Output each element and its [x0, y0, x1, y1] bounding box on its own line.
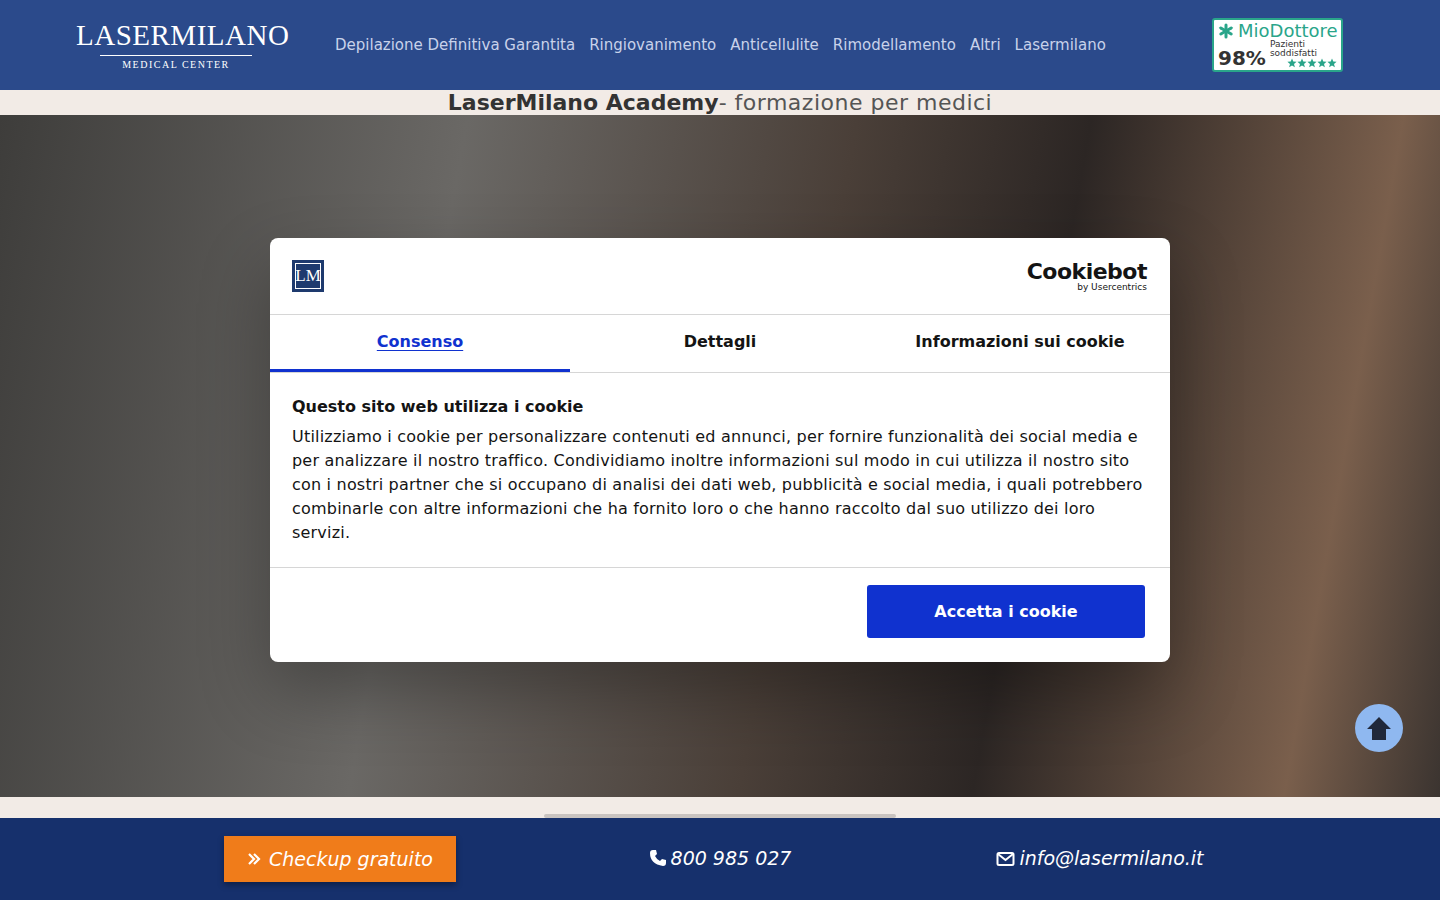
cookiebot-logo: Cookiebotby Usercentrics — [1027, 261, 1147, 292]
nav-link[interactable]: Ringiovanimento — [589, 34, 716, 57]
arrow-up-icon — [1364, 713, 1394, 743]
site-logo[interactable]: LASERMILANO MEDICAL CENTER — [76, 21, 276, 70]
cookie-dialog: LM Cookiebotby Usercentrics ConsensoDettag… — [270, 238, 1170, 662]
dialog-body: Questo sito web utilizza i cookie Utilizz… — [270, 373, 1170, 568]
site-header: LASERMILANO MEDICAL CENTER Depilazione Def… — [0, 0, 1440, 90]
star-icon — [1287, 58, 1297, 68]
logo-rule — [100, 55, 252, 56]
badge-brand-row: MioDottore — [1218, 22, 1337, 40]
asterisk-icon — [1218, 23, 1234, 39]
cookiebot-sub: by Usercentrics — [1027, 283, 1147, 292]
academy-subtitle: - formazione per medici — [719, 90, 993, 115]
double-chevron-icon — [247, 852, 261, 866]
cookie-overlay: LM Cookiebotby Usercentrics ConsensoDettag… — [0, 0, 1440, 900]
dialog-tab[interactable]: Dettagli — [570, 315, 870, 372]
logo-subtitle: MEDICAL CENTER — [76, 60, 276, 70]
miodottore-badge[interactable]: MioDottore98%Pazienti soddisfatti — [1212, 18, 1343, 72]
phone-link[interactable]: 800 985 027 — [649, 844, 792, 873]
logo-title: LASERMILANO — [76, 21, 276, 50]
dialog-footer: Accetta i cookie — [270, 568, 1170, 662]
nav-link[interactable]: Altri — [970, 34, 1001, 57]
badge-caption-box: Pazienti soddisfatti — [1270, 40, 1337, 68]
section-shadow — [544, 814, 896, 818]
contact-col: Checkup gratuito — [150, 836, 530, 883]
contact-bar: Checkup gratuito 800 985 027 info@lasermil… — [0, 818, 1440, 900]
dialog-tab[interactable]: Consenso — [270, 315, 570, 372]
academy-strip: LaserMilano Academy- formazione per medi… — [0, 90, 1440, 115]
nav-link[interactable]: Lasermilano — [1015, 34, 1106, 57]
badge-score-row: 98%Pazienti soddisfatti — [1218, 40, 1337, 68]
phone-number: 800 985 027 — [671, 844, 792, 873]
envelope-icon — [996, 851, 1015, 867]
star-icon — [1327, 58, 1337, 68]
badge-percent: 98% — [1218, 48, 1266, 68]
back-to-top-button[interactable] — [1355, 704, 1403, 752]
nav-link[interactable]: Rimodellamento — [833, 34, 956, 57]
checkup-button[interactable]: Checkup gratuito — [224, 836, 456, 883]
email-address: info@lasermilano.it — [1019, 844, 1203, 873]
dialog-tab[interactable]: Informazioni sui cookie — [870, 315, 1170, 372]
star-icon — [1307, 58, 1317, 68]
dialog-title: Questo sito web utilizza i cookie — [292, 395, 1148, 419]
dialog-logo: LM — [292, 260, 324, 292]
section-gap — [0, 797, 1440, 818]
badge-stars — [1270, 58, 1337, 68]
badge-brand: MioDottore — [1238, 22, 1338, 40]
accept-cookies-button[interactable]: Accetta i cookie — [867, 585, 1145, 638]
main-nav: Depilazione Definitiva Garantita Ringiova… — [335, 34, 1106, 57]
nav-link[interactable]: Anticellulite — [730, 34, 819, 57]
nav-link[interactable]: Depilazione Definitiva Garantita — [335, 34, 575, 57]
dialog-header: LM Cookiebotby Usercentrics — [270, 238, 1170, 315]
cookiebot-brand: Cookiebot — [1027, 261, 1147, 283]
dialog-tabs: ConsensoDettagliInformazioni sui cookie — [270, 315, 1170, 373]
star-icon — [1317, 58, 1327, 68]
checkup-label: Checkup gratuito — [269, 845, 433, 874]
email-link[interactable]: info@lasermilano.it — [996, 844, 1203, 873]
dialog-text: Utilizziamo i cookie per personalizzare … — [292, 425, 1148, 545]
academy-title: LaserMilano Academy — [448, 90, 719, 115]
badge-caption: Pazienti soddisfatti — [1270, 40, 1337, 58]
phone-icon — [649, 849, 667, 867]
contact-col: 800 985 027 — [530, 844, 910, 874]
star-icon — [1297, 58, 1307, 68]
contact-col: info@lasermilano.it — [910, 844, 1290, 873]
contact-row: Checkup gratuito 800 985 027 info@lasermil… — [150, 818, 1290, 900]
